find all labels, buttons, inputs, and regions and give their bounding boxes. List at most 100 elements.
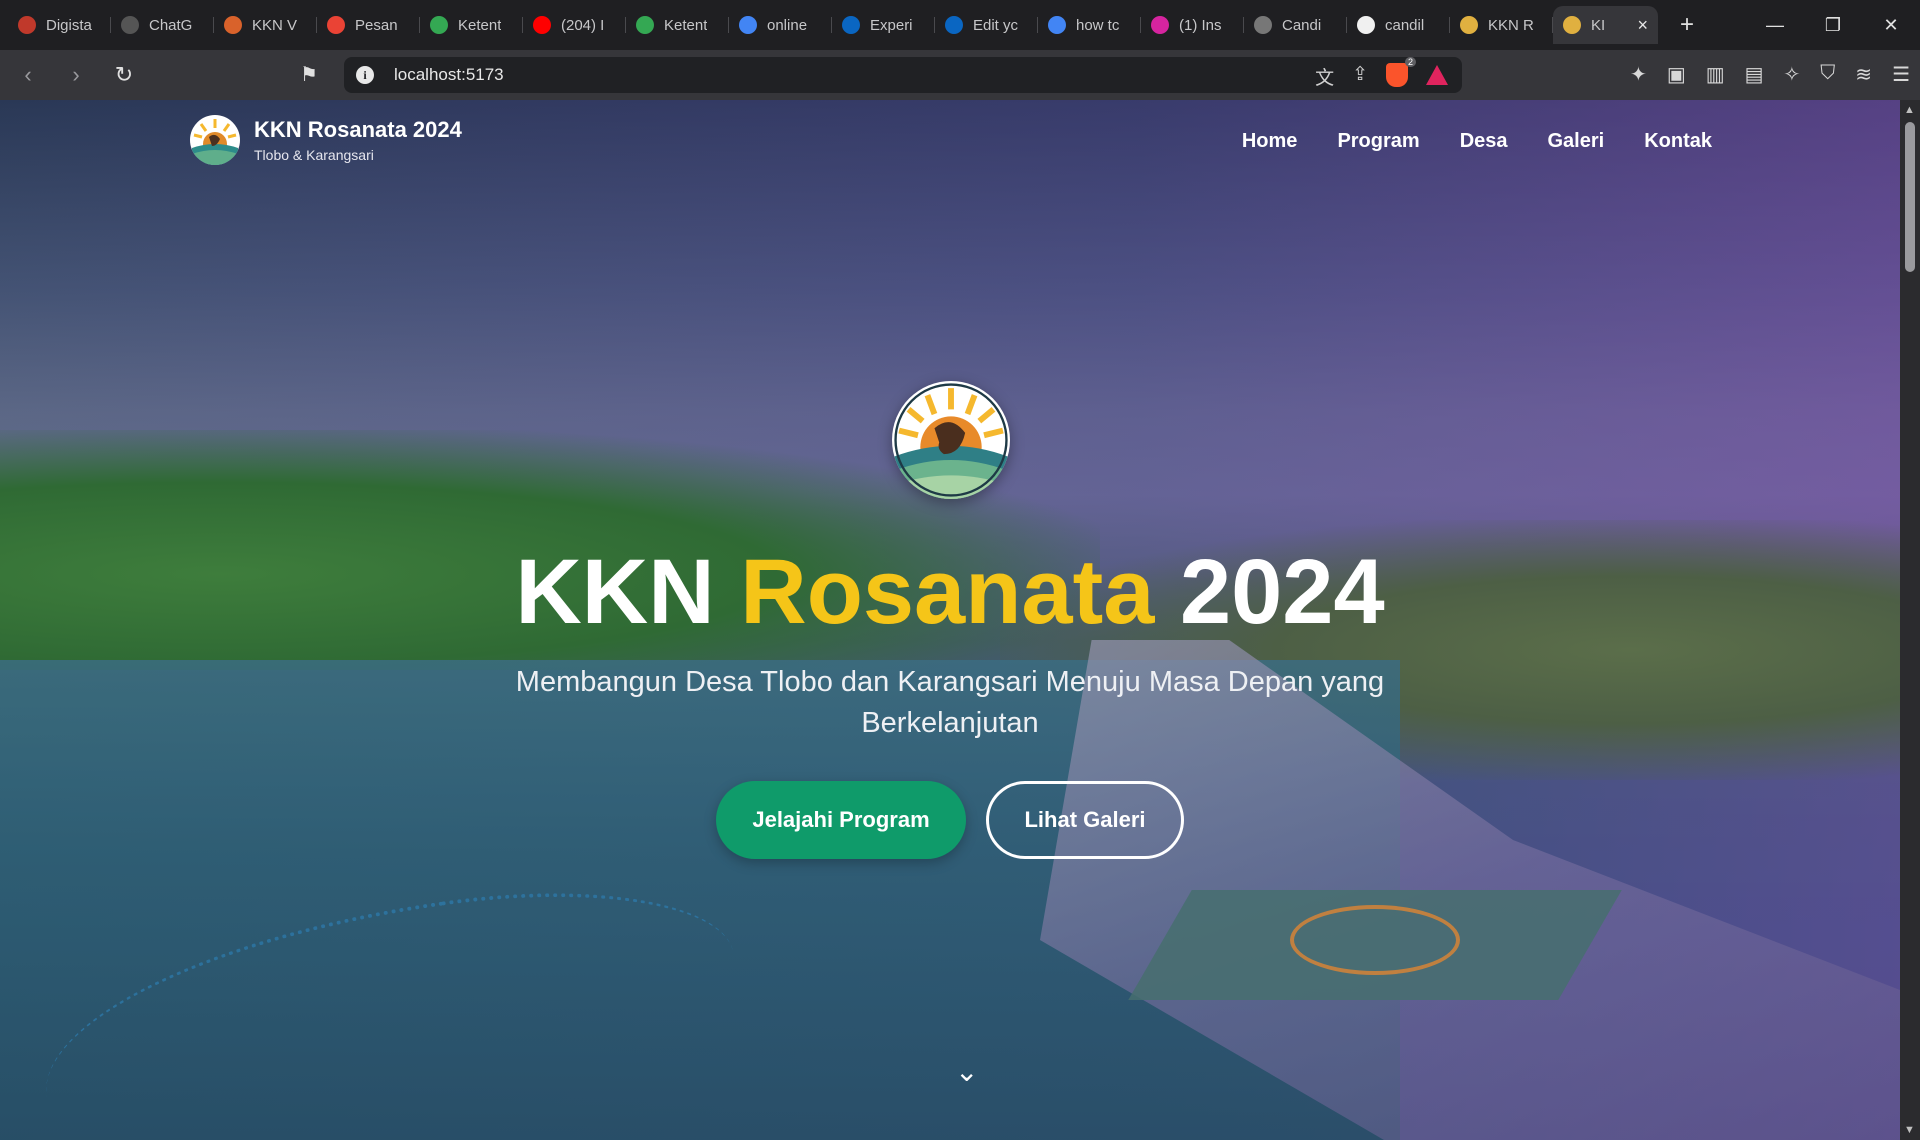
- youtube-icon: [533, 16, 551, 34]
- url-text[interactable]: localhost:5173: [394, 65, 504, 85]
- nav-home[interactable]: Home: [1242, 130, 1298, 153]
- github-icon: [1357, 16, 1375, 34]
- tab-title: candil: [1385, 16, 1425, 34]
- hero-title-part1: KKN: [515, 541, 715, 643]
- scrollbar-thumb[interactable]: [1905, 122, 1915, 272]
- tab-title: (204) I: [561, 16, 605, 34]
- browser-tab[interactable]: Ketent: [626, 6, 729, 44]
- close-window-button[interactable]: ✕: [1862, 0, 1920, 50]
- main-nav: Home Program Desa Galeri Kontak: [1242, 130, 1712, 153]
- nav-kontak[interactable]: Kontak: [1644, 130, 1712, 153]
- hero-title-part2: 2024: [1179, 541, 1385, 643]
- brave-rewards-icon[interactable]: [1426, 65, 1448, 85]
- browser-tab[interactable]: Ketent: [420, 6, 523, 44]
- linkedin-icon: [945, 16, 963, 34]
- leo-ai-icon[interactable]: ✧: [1784, 62, 1801, 87]
- tab-title: ChatG: [149, 16, 193, 34]
- hero-title-accent: Rosanata: [740, 541, 1155, 643]
- tab-title: Ketent: [458, 16, 502, 34]
- browser-tab[interactable]: Candi: [1244, 6, 1347, 44]
- browser-tab[interactable]: online: [729, 6, 832, 44]
- browser-tab[interactable]: Edit yc: [935, 6, 1038, 44]
- share-icon[interactable]: ⇪: [1352, 63, 1368, 90]
- brave-shields-icon[interactable]: 2: [1386, 57, 1416, 87]
- browser-tab[interactable]: (1) Ins: [1141, 6, 1244, 44]
- browser-tab[interactable]: (204) I: [523, 6, 626, 44]
- site-info-icon[interactable]: i: [356, 66, 374, 84]
- vpn-shield-icon[interactable]: ⛉: [1820, 62, 1835, 87]
- extensions-icon[interactable]: ✦: [1630, 62, 1647, 87]
- digista-icon: [18, 16, 36, 34]
- window-controls: — ❐ ✕: [1746, 0, 1920, 50]
- minimize-button[interactable]: —: [1746, 0, 1804, 50]
- scroll-down-icon[interactable]: ⌄: [955, 1055, 978, 1088]
- hero-title: KKN Rosanata 2024: [0, 540, 1900, 645]
- tab-title: KKN R: [1488, 16, 1534, 34]
- google-drive-icon: [430, 16, 448, 34]
- hero-logo-icon: [892, 381, 1010, 499]
- tab-title: (1) Ins: [1179, 16, 1222, 34]
- browser-tab[interactable]: candil: [1347, 6, 1450, 44]
- forward-button[interactable]: ›: [56, 55, 96, 95]
- browser-tab[interactable]: Pesan: [317, 6, 420, 44]
- tab-title: Edit yc: [973, 16, 1019, 34]
- sidebar-icon[interactable]: ▥: [1706, 62, 1725, 87]
- wallet-icon[interactable]: ▤: [1745, 62, 1764, 87]
- instagram-icon: [1151, 16, 1169, 34]
- brave-news-icon[interactable]: ≋: [1855, 62, 1872, 87]
- kkn-logo-icon: [1563, 16, 1581, 34]
- tab-title: KKN V: [252, 16, 298, 34]
- reader-mode-icon[interactable]: ▣: [1667, 62, 1686, 87]
- tab-title: KI: [1591, 16, 1606, 34]
- page-scrollbar[interactable]: ▲ ▼: [1900, 100, 1920, 1140]
- nav-galeri[interactable]: Galeri: [1548, 130, 1605, 153]
- browser-tab[interactable]: ChatG: [111, 6, 214, 44]
- hero-subtitle: Membangun Desa Tlobo dan Karangsari Menu…: [515, 666, 1385, 739]
- browser-tab[interactable]: Digista: [8, 6, 111, 44]
- reload-button[interactable]: ↻: [104, 55, 144, 95]
- scroll-up-arrow-icon[interactable]: ▲: [1904, 104, 1915, 116]
- nav-desa[interactable]: Desa: [1460, 130, 1508, 153]
- translate-icon[interactable]: 文: [1315, 63, 1334, 90]
- new-tab-button[interactable]: +: [1680, 11, 1694, 39]
- browser-tab[interactable]: KKN V: [214, 6, 317, 44]
- tab-title: online: [767, 16, 808, 34]
- helipad-ring: [1290, 905, 1460, 975]
- back-button[interactable]: ‹: [8, 55, 48, 95]
- site-brand[interactable]: KKN Rosanata 2024 Tlobo & Karangsari: [190, 115, 462, 165]
- address-bar[interactable]: i localhost:5173 文 ⇪ 2: [344, 57, 1462, 93]
- browser-tab[interactable]: KKN R: [1450, 6, 1553, 44]
- bookmark-icon[interactable]: ⚑: [300, 62, 318, 87]
- tab-title: Ketent: [664, 16, 708, 34]
- kkn-logo-icon: [1460, 16, 1478, 34]
- browser-right-icons: ✦ ▣ ▥ ▤ ✧ ⛉ ≋ ☰: [1630, 62, 1910, 87]
- brand-subtitle: Tlobo & Karangsari: [254, 147, 374, 163]
- tab-title: how tc: [1076, 16, 1120, 34]
- gmail-icon: [327, 16, 345, 34]
- browser-tabstrip: Digista ChatG KKN V Pesan Ketent (204) I Keten…: [0, 0, 1920, 50]
- claude-icon: [224, 16, 242, 34]
- browser-toolbar: ‹ › ↻ ⚑ i localhost:5173 文 ⇪ 2 ✦ ▣ ▥ ▤ ✧…: [0, 50, 1920, 100]
- view-gallery-button[interactable]: Lihat Galeri: [986, 781, 1184, 859]
- linkedin-icon: [842, 16, 860, 34]
- site-logo-icon: [190, 115, 240, 165]
- tab-title: Pesan: [355, 16, 398, 34]
- chatgpt-icon: [121, 16, 139, 34]
- menu-icon[interactable]: ☰: [1892, 62, 1910, 87]
- explore-program-button[interactable]: Jelajahi Program: [716, 781, 966, 859]
- tab-active[interactable]: KI ×: [1553, 6, 1658, 44]
- browser-tab[interactable]: Experi: [832, 6, 935, 44]
- close-tab-icon[interactable]: ×: [1637, 15, 1648, 36]
- browser-tab[interactable]: how tc: [1038, 6, 1141, 44]
- tab-list: Digista ChatG KKN V Pesan Ketent (204) I Keten…: [8, 6, 1553, 44]
- scroll-down-arrow-icon[interactable]: ▼: [1904, 1124, 1915, 1136]
- tab-title: Digista: [46, 16, 92, 34]
- google-icon: [739, 16, 757, 34]
- brand-title: KKN Rosanata 2024: [254, 117, 462, 142]
- globe-icon: [1254, 16, 1272, 34]
- tab-title: Experi: [870, 16, 913, 34]
- restore-button[interactable]: ❐: [1804, 0, 1862, 50]
- tab-title: Candi: [1282, 16, 1322, 34]
- google-icon: [1048, 16, 1066, 34]
- nav-program[interactable]: Program: [1337, 130, 1419, 153]
